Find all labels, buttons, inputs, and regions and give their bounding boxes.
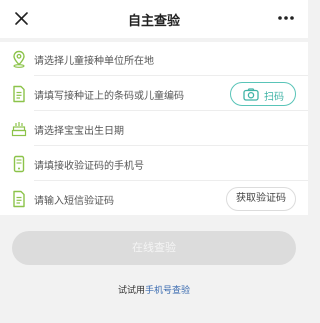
navigation-bar: 自主查验: [0, 0, 308, 38]
field-vaccination-site[interactable]: 请选择儿童接种单位所在地: [0, 42, 308, 76]
verification-form: 请选择儿童接种单位所在地 请填写接种证上的条码或儿童编码 扫码 请选择宝宝出生日…: [0, 42, 308, 215]
get-code-button[interactable]: 获取验证码: [226, 187, 296, 211]
location-pin-icon: [13, 50, 25, 68]
field-placeholder: 请输入短信验证码: [34, 196, 114, 207]
submit-button[interactable]: 在线查验: [12, 231, 296, 265]
field-phone-number[interactable]: 请填接收验证码的手机号: [0, 147, 308, 181]
divider: [34, 110, 308, 111]
field-placeholder: 请选择儿童接种单位所在地: [34, 56, 154, 67]
alternate-prefix: 试试用: [117, 286, 145, 296]
field-birth-date[interactable]: 请选择宝宝出生日期: [0, 112, 308, 146]
scan-label: 扫码: [264, 92, 284, 103]
field-placeholder: 请填接收验证码的手机号: [34, 161, 144, 172]
page-title: 自主查验: [127, 14, 180, 29]
birthday-cake-icon: [11, 122, 27, 137]
field-barcode[interactable]: 请填写接种证上的条码或儿童编码 扫码: [0, 77, 308, 111]
divider: [34, 145, 308, 146]
document-icon: [13, 85, 25, 103]
divider: [34, 75, 308, 76]
more-icon[interactable]: [275, 8, 297, 28]
mobile-phone-icon: [13, 155, 25, 173]
field-sms-code[interactable]: 请输入短信验证码 获取验证码: [0, 182, 308, 216]
camera-icon: [243, 88, 259, 101]
field-placeholder: 请填写接种证上的条码或儿童编码: [34, 91, 184, 102]
document-icon: [13, 190, 25, 208]
phone-lookup-link[interactable]: 手机号查验: [145, 286, 190, 296]
divider: [34, 180, 308, 181]
scan-button[interactable]: 扫码: [230, 82, 296, 106]
alternate-method: 试试用手机号查验: [0, 283, 308, 296]
field-placeholder: 请选择宝宝出生日期: [34, 126, 124, 137]
